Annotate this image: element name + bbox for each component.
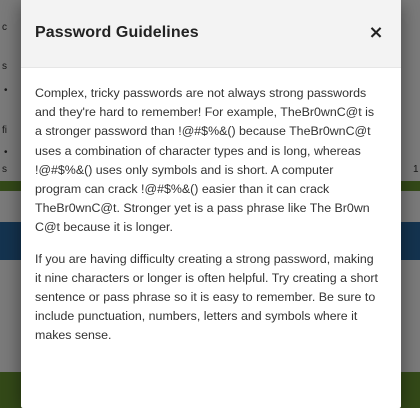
guideline-paragraph: If you are having difficulty creating a … xyxy=(35,251,378,343)
dialog-title: Password Guidelines xyxy=(35,24,199,41)
dialog-header: Password Guidelines × xyxy=(21,0,401,68)
guideline-paragraph: Complex, tricky passwords are not always… xyxy=(35,86,375,235)
close-icon: × xyxy=(368,22,384,43)
close-button[interactable]: × xyxy=(367,23,385,43)
password-guidelines-dialog: Password Guidelines × Complex, tricky pa… xyxy=(21,0,401,408)
dialog-body: Complex, tricky passwords are not always… xyxy=(21,68,401,346)
